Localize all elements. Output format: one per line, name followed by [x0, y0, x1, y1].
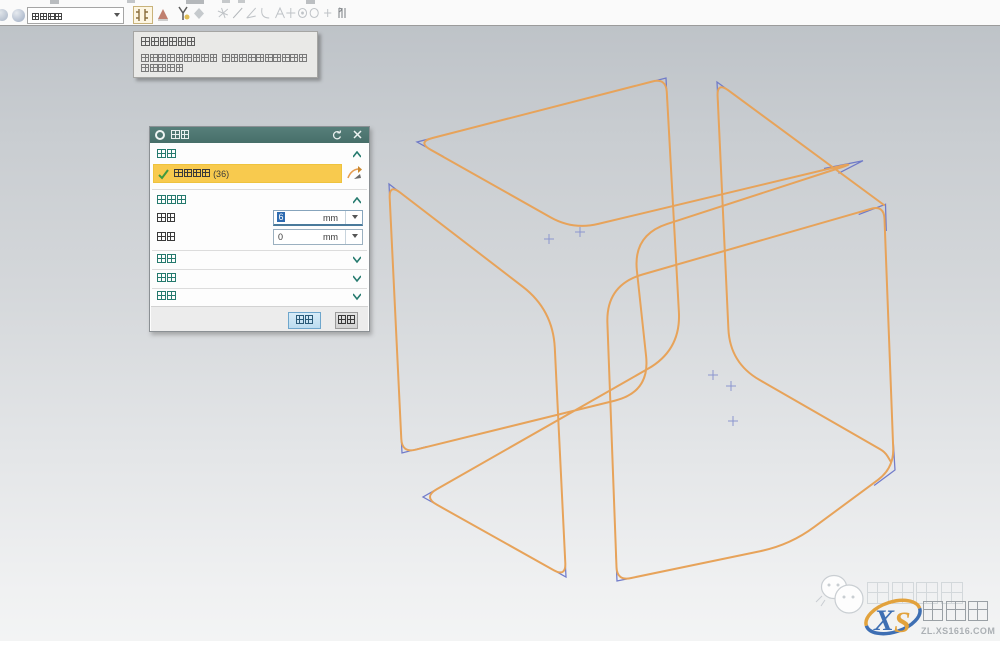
svg-text:S: S	[894, 606, 911, 639]
svg-text:X: X	[873, 604, 895, 637]
